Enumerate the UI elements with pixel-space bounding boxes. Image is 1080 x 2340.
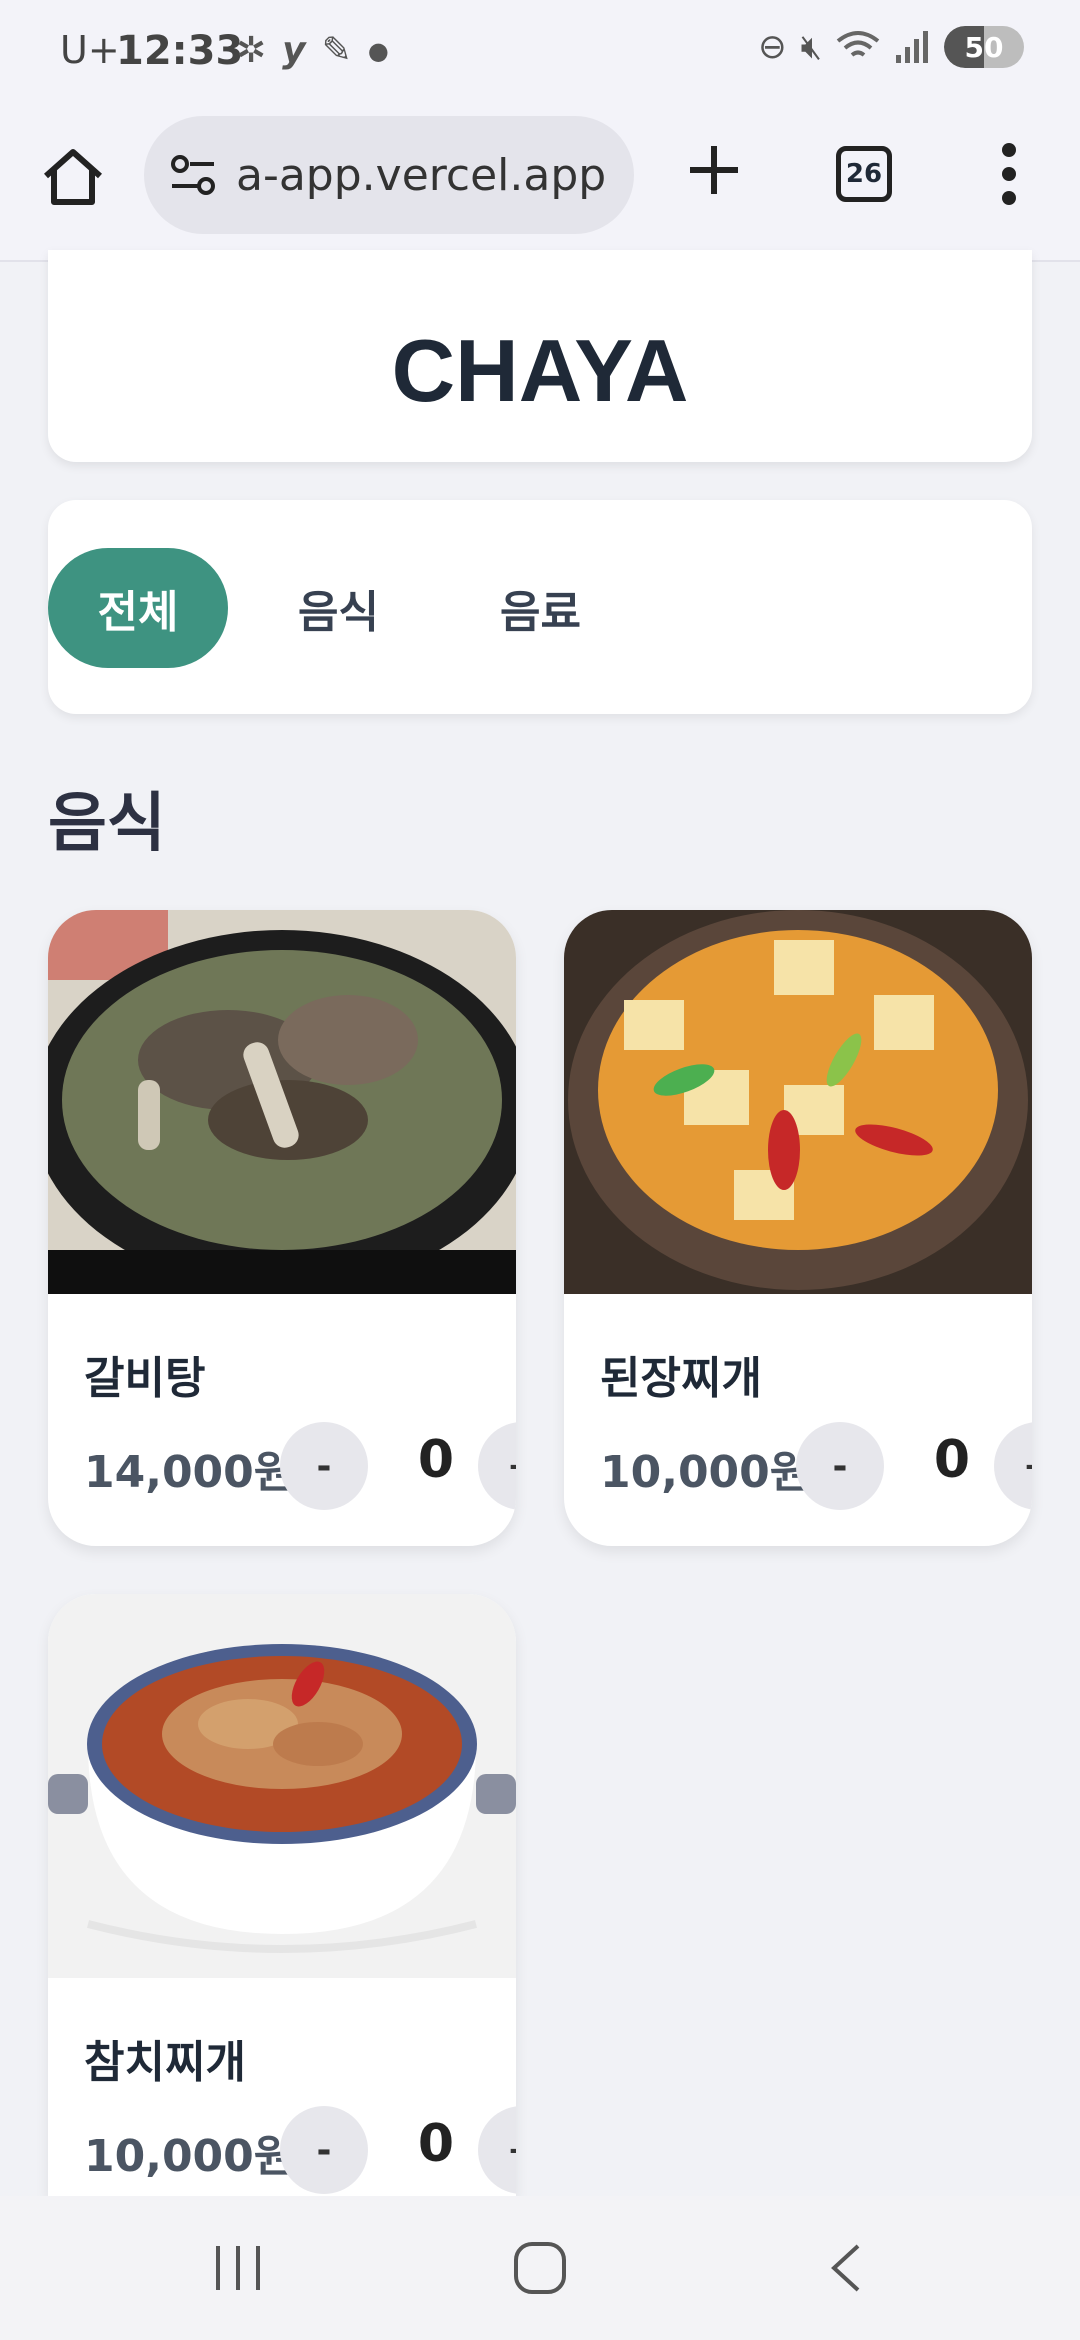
clock: 12:33 xyxy=(116,28,244,74)
address-bar[interactable]: a-app.vercel.app xyxy=(144,116,634,234)
new-tab-icon[interactable] xyxy=(686,142,742,198)
section-title: 음식 xyxy=(48,787,166,861)
item-quantity: 0 xyxy=(417,2114,455,2174)
header-card: CHAYA xyxy=(48,250,1032,462)
increase-quantity-button[interactable]: + xyxy=(478,2106,516,2194)
carrier-text: U+ xyxy=(60,28,120,72)
menu-item-card[interactable]: 된장찌개 10,000원 - 0 + xyxy=(564,910,1032,1546)
decrease-quantity-button[interactable]: - xyxy=(280,1422,368,1510)
tab-all[interactable]: 전체 xyxy=(48,548,228,668)
home-icon[interactable] xyxy=(38,142,108,212)
yahoo-icon: y xyxy=(282,30,306,71)
back-icon[interactable] xyxy=(820,2240,876,2296)
more-menu-icon[interactable] xyxy=(998,142,1020,206)
carrier-label: U+ xyxy=(60,28,120,72)
system-nav-bar xyxy=(0,2196,1080,2340)
site-settings-icon[interactable] xyxy=(168,150,218,200)
feather-icon: ✎ xyxy=(321,30,352,71)
more-notifications-dot-icon: ● xyxy=(367,36,389,65)
item-price: 14,000원 xyxy=(84,1447,295,1498)
mute-icon: 🔇︎ xyxy=(800,27,822,67)
menu-item-card[interactable]: 참치찌개 10,000원 - 0 + xyxy=(48,1594,516,2196)
recent-apps-icon[interactable] xyxy=(210,2240,266,2296)
battery-level: 50 xyxy=(964,30,1004,64)
item-name: 된장찌개 xyxy=(600,1353,762,1404)
item-name: 참치찌개 xyxy=(84,2037,246,2088)
tab-food[interactable]: 음식 xyxy=(298,548,379,668)
item-price: 10,000원 xyxy=(600,1447,811,1498)
doenjang-jjigae-image xyxy=(564,910,1032,1294)
ai-sparkle-icon: ✲ xyxy=(236,30,267,71)
system-icons: ⊖ 🔇︎ 50 xyxy=(758,26,1024,68)
status-bar: U+ 12:33 ✲ y ✎ ● ⊖ 🔇︎ 50 xyxy=(0,0,1080,110)
increase-quantity-button[interactable]: + xyxy=(478,1422,516,1510)
increase-quantity-button[interactable]: + xyxy=(994,1422,1032,1510)
wifi-icon xyxy=(836,31,880,57)
home-nav-icon[interactable] xyxy=(512,2240,568,2296)
dnd-icon: ⊖ xyxy=(758,27,787,67)
galbitang-image xyxy=(48,910,516,1294)
item-price: 10,000원 xyxy=(84,2131,295,2182)
chamchi-jjigae-image xyxy=(48,1594,516,1978)
item-name: 갈비탕 xyxy=(84,1353,206,1404)
tab-drinks[interactable]: 음료 xyxy=(500,548,581,668)
category-tabs: 전체 음식 음료 xyxy=(48,500,1032,714)
brand-title: CHAYA xyxy=(391,321,689,420)
tab-switcher-button[interactable]: 26 xyxy=(836,146,892,202)
signal-icon xyxy=(896,31,928,63)
browser-toolbar: a-app.vercel.app 26 xyxy=(0,110,1080,262)
decrease-quantity-button[interactable]: - xyxy=(796,1422,884,1510)
url-text: a-app.vercel.app xyxy=(236,149,607,201)
battery-indicator: 50 xyxy=(944,26,1024,68)
item-quantity: 0 xyxy=(417,1430,455,1490)
menu-item-card[interactable]: 갈비탕 14,000원 - 0 + xyxy=(48,910,516,1546)
item-quantity: 0 xyxy=(933,1430,971,1490)
notification-icons: ✲ y ✎ ● xyxy=(236,30,389,71)
decrease-quantity-button[interactable]: - xyxy=(280,2106,368,2194)
